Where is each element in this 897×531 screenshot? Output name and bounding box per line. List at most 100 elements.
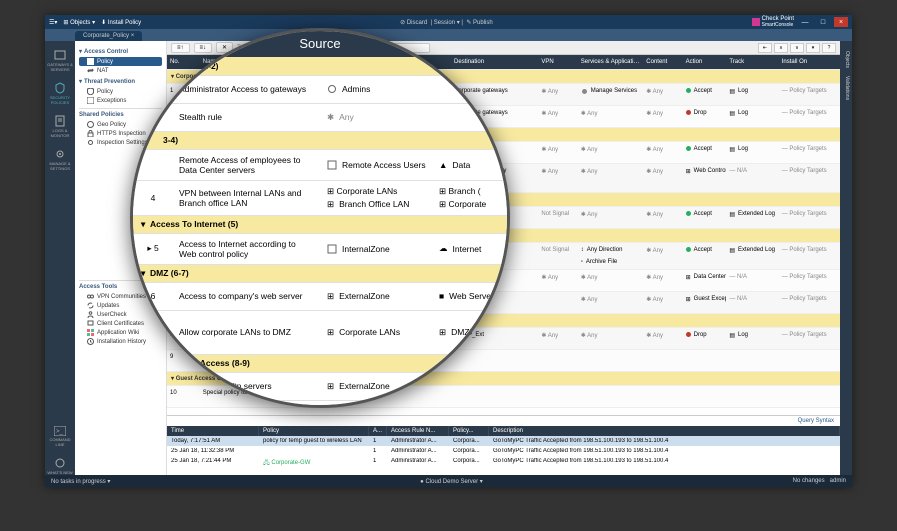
rail-cli[interactable]: >_COMMAND LINE bbox=[45, 426, 75, 447]
table-row[interactable]: 10Special policy for temp guest to wirel… bbox=[167, 385, 840, 407]
search-input[interactable] bbox=[310, 43, 430, 53]
refresh-icon bbox=[87, 302, 94, 309]
log-header: TimePolicyA...Access Rule N...Policy...D… bbox=[167, 426, 840, 436]
menu-icon[interactable]: ☰▾ bbox=[49, 19, 57, 26]
rules-grid[interactable]: No.NameSourceDestinationVPNServices & Ap… bbox=[167, 55, 840, 415]
section-row[interactable]: ▾ Guest Access Grant (10) bbox=[167, 371, 840, 385]
table-row[interactable]: 1Administrator Access to gateways Admins… bbox=[167, 83, 840, 105]
svg-text:>_: >_ bbox=[56, 429, 64, 435]
grid-icon bbox=[87, 329, 94, 336]
log-row[interactable]: Today, 7:17:51 AMpolicy for temp guest t… bbox=[167, 436, 840, 446]
history-icon bbox=[87, 338, 94, 345]
rail-whatsnew[interactable]: WHAT'S NEW bbox=[47, 457, 72, 475]
table-row[interactable]: 8Customers to ftp servers ⊞ ExternalZone… bbox=[167, 327, 840, 349]
sidebar-item-appwiki[interactable]: Application Wiki bbox=[79, 328, 162, 337]
objects-button[interactable]: ⊞ Objects ▾ bbox=[63, 19, 95, 26]
policy-sidebar: ▾ Access Control Policy NAT ▾ Threat Pre… bbox=[75, 41, 167, 475]
nav-first[interactable]: ⇤ bbox=[758, 43, 772, 53]
globe-icon bbox=[87, 121, 94, 128]
sidebar-item-vpn-comm[interactable]: VPN Communities bbox=[79, 292, 162, 301]
session-area: ⊘ Discard | Session ▾ | ✎ Publish bbox=[141, 19, 751, 26]
rail-logs[interactable]: LOGS & MONITOR bbox=[45, 115, 75, 138]
sidebar-item-history[interactable]: Installation History bbox=[79, 337, 162, 346]
shared-header[interactable]: Shared Policies bbox=[79, 108, 162, 118]
exception-icon bbox=[87, 97, 94, 104]
add-below-button[interactable]: ≡↓ bbox=[194, 43, 213, 53]
rail-manage[interactable]: MANAGE & SETTINGS bbox=[45, 148, 75, 171]
gear-icon bbox=[87, 139, 94, 146]
section-row[interactable]: ▾ VPN (3-4) bbox=[167, 127, 840, 141]
table-row[interactable]: 2Stealth rule ✱ Any Corporate gateways ✱… bbox=[167, 105, 840, 127]
rail-gateways[interactable]: GATEWAYS & SERVERS bbox=[45, 49, 75, 72]
section-row[interactable]: ▾ Data Center Access (8-9) bbox=[167, 313, 840, 327]
table-row[interactable]: 3Remote Access of employees to Data Cent… bbox=[167, 141, 840, 163]
install-policy-button[interactable]: ⬇ Install Policy bbox=[101, 19, 141, 26]
user-name[interactable]: admin bbox=[830, 478, 846, 484]
vpn-icon bbox=[87, 293, 94, 300]
table-row[interactable]: 7Allow corporate LANs to DMZ ⊞ Corporate… bbox=[167, 269, 840, 291]
users-icon bbox=[336, 146, 343, 153]
policy-tab[interactable]: Corporate_Policy × bbox=[75, 31, 142, 41]
policy-icon bbox=[87, 58, 94, 65]
lock-icon bbox=[87, 130, 94, 137]
sidebar-item-usercheck[interactable]: UserCheck bbox=[79, 310, 162, 319]
policy-toolbar: ≡↑ ≡↓ ✕ Today | ✎ Actions ▾ ⇤ ∧ ∨ ▾ ? bbox=[167, 41, 840, 55]
actions-button[interactable]: ✎ Actions ▾ bbox=[263, 42, 307, 53]
cert-icon bbox=[87, 320, 94, 327]
today-label: Today bbox=[237, 45, 253, 51]
table-row[interactable]: 6Access to company's web server ⊞ Extern… bbox=[167, 242, 840, 269]
tasks-status[interactable]: No tasks in progress ▾ bbox=[51, 478, 110, 485]
threat-header[interactable]: ▾ Threat Prevention bbox=[79, 78, 162, 85]
section-row[interactable]: ▾ Corporate NT (1-2) bbox=[167, 69, 840, 83]
nav-help[interactable]: ? bbox=[822, 43, 836, 53]
delete-button[interactable]: ✕ bbox=[216, 42, 233, 53]
minimize-button[interactable]: — bbox=[798, 17, 812, 27]
app-window: ☰▾ ⊞ Objects ▾ ⬇ Install Policy ⊘ Discar… bbox=[45, 15, 852, 487]
sidebar-item-policy[interactable]: Policy bbox=[79, 57, 162, 66]
access-control-header[interactable]: ▾ Access Control bbox=[79, 48, 162, 55]
sidebar-item-nat[interactable]: NAT bbox=[79, 66, 162, 75]
grid-header: No.NameSourceDestinationVPNServices & Ap… bbox=[167, 55, 840, 69]
log-row[interactable]: 25 Jan 18, 11:32:38 PM1Administrator A..… bbox=[167, 446, 840, 456]
right-tab-objects[interactable]: Objects bbox=[840, 47, 852, 72]
title-bar: ☰▾ ⊞ Objects ▾ ⬇ Install Policy ⊘ Discar… bbox=[45, 15, 852, 29]
server-name[interactable]: ● Cloud Demo Server ▾ bbox=[110, 478, 792, 485]
tools-header: Access Tools bbox=[79, 280, 162, 290]
add-above-button[interactable]: ≡↑ bbox=[171, 43, 190, 53]
table-row[interactable]: 9Policy for access to Data Center server… bbox=[167, 349, 840, 371]
maximize-button[interactable]: □ bbox=[816, 17, 830, 27]
nav-up[interactable]: ∧ bbox=[774, 43, 788, 53]
service-icon bbox=[581, 88, 588, 95]
table-row[interactable]: 4VPN between Internal LANs and Branch of… bbox=[167, 163, 840, 192]
section-row[interactable]: ▾ DMZ (6-7) bbox=[167, 228, 840, 242]
changes-status: No changes bbox=[793, 478, 825, 484]
shield-icon bbox=[87, 88, 94, 95]
section-row[interactable]: ▾ Access To Internet (5) bbox=[167, 192, 840, 206]
logs-panel: Query Syntax TimePolicyA...Access Rule N… bbox=[167, 415, 840, 475]
right-rail: Objects Validations bbox=[840, 41, 852, 475]
rail-security-policies[interactable]: SECURITY POLICIES bbox=[45, 82, 75, 105]
sidebar-item-updates[interactable]: Updates bbox=[79, 301, 162, 310]
sidebar-item-threat-policy[interactable]: Policy bbox=[79, 87, 162, 96]
log-row[interactable]: 25 Jan 18, 7:21:44 PM🖧 Corporate-GW1Admi… bbox=[167, 456, 840, 470]
user-icon bbox=[87, 311, 94, 318]
query-syntax-link[interactable]: Query Syntax bbox=[792, 416, 840, 426]
table-row[interactable]: ▸ 5Access to Internet according to Web c… bbox=[167, 206, 840, 228]
close-button[interactable]: × bbox=[834, 17, 848, 27]
sidebar-item-https[interactable]: HTTPS Inspection bbox=[79, 129, 162, 138]
brand-logo: Check PointSmartConsole bbox=[752, 16, 794, 28]
nav-expand[interactable]: ▾ bbox=[806, 43, 820, 53]
policy-tab-strip: Corporate_Policy × bbox=[45, 29, 852, 41]
discard-button[interactable]: ⊘ Discard bbox=[400, 20, 427, 26]
left-nav-rail: GATEWAYS & SERVERS SECURITY POLICIES LOG… bbox=[45, 41, 75, 475]
right-tab-validations[interactable]: Validations bbox=[840, 72, 852, 104]
users-icon bbox=[336, 88, 343, 95]
sidebar-item-inspection[interactable]: Inspection Settings bbox=[79, 138, 162, 147]
nav-down[interactable]: ∨ bbox=[790, 43, 804, 53]
logo-icon bbox=[752, 18, 760, 26]
sidebar-item-certs[interactable]: Client Certificates bbox=[79, 319, 162, 328]
table-row[interactable]: ✱ Any ✱ Any ⊞ Guest Exception Layer — N/… bbox=[167, 291, 840, 313]
sidebar-item-exceptions[interactable]: Exceptions bbox=[79, 96, 162, 105]
publish-button[interactable]: ✎ Publish bbox=[466, 20, 492, 26]
sidebar-item-geo[interactable]: Geo Policy bbox=[79, 120, 162, 129]
